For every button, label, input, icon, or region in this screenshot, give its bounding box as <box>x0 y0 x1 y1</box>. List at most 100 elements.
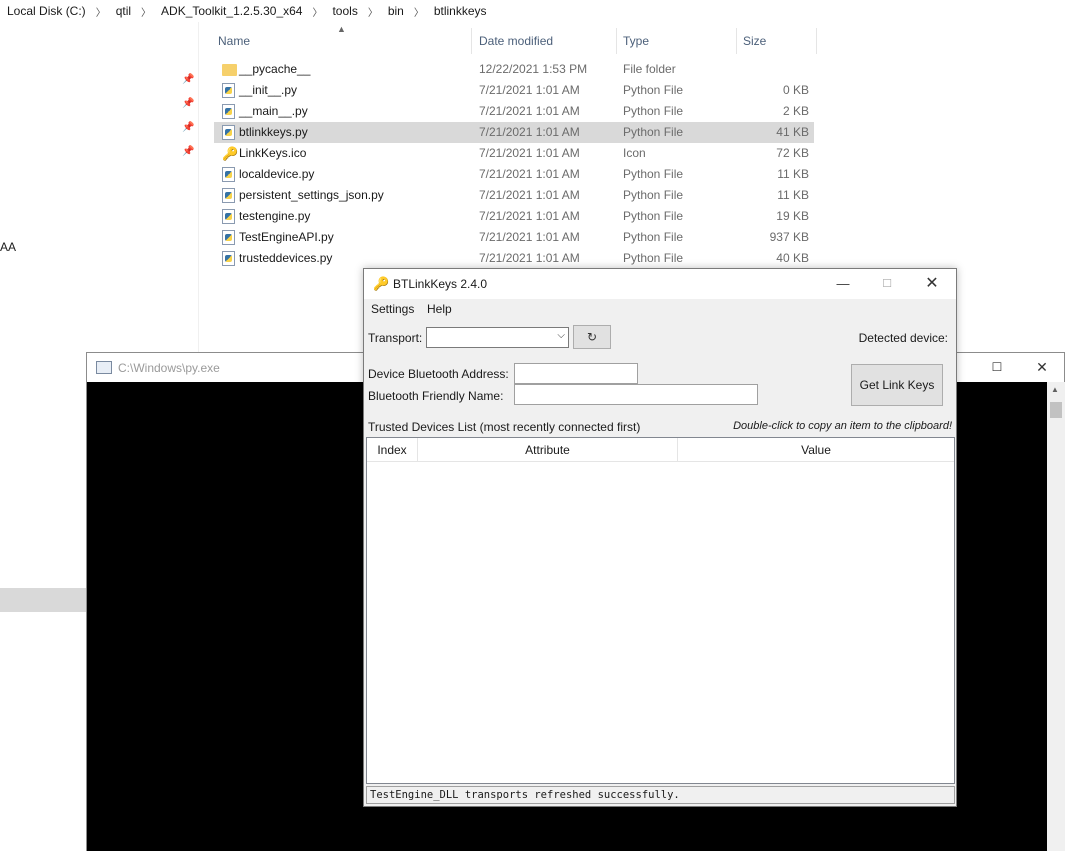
key-icon: 🔑 <box>222 146 239 161</box>
file-row[interactable]: localdevice.py 7/21/2021 1:01 AM Python … <box>214 164 814 185</box>
file-size: 40 KB <box>776 251 809 265</box>
file-type: Python File <box>623 251 684 265</box>
file-list: __pycache__ 12/22/2021 1:53 PM File fold… <box>214 59 814 269</box>
breadcrumb: Local Disk (C:) 〉 qtil 〉 ADK_Toolkit_1.2… <box>0 0 1078 22</box>
transport-dropdown[interactable]: ⌵ <box>426 327 569 348</box>
nav-item-selected[interactable] <box>0 588 86 612</box>
file-type: Python File <box>623 167 684 181</box>
chevron-down-icon[interactable]: ⌵ <box>557 330 565 341</box>
file-row[interactable]: __main__.py 7/21/2021 1:01 AM Python Fil… <box>214 101 814 122</box>
maximize-icon[interactable]: ☐ <box>876 273 898 295</box>
breadcrumb-item-bin[interactable]: bin <box>388 4 404 18</box>
file-row[interactable]: TestEngineAPI.py 7/21/2021 1:01 AM Pytho… <box>214 227 814 248</box>
file-size: 2 KB <box>782 104 809 118</box>
python-file-icon <box>222 209 235 224</box>
friendly-name-label: Bluetooth Friendly Name: <box>368 389 504 403</box>
column-header-value[interactable]: Value <box>678 438 954 462</box>
file-type: Python File <box>623 209 684 223</box>
console-app-icon <box>96 361 112 374</box>
file-type: Python File <box>623 104 684 118</box>
python-file-icon <box>222 230 235 245</box>
detected-device-label: Detected device: <box>858 331 948 345</box>
column-header-date-modified[interactable]: Date modified <box>473 28 617 54</box>
file-type: Python File <box>623 83 684 97</box>
trusted-devices-table[interactable]: Index Attribute Value <box>366 437 955 784</box>
file-row[interactable]: __init__.py 7/21/2021 1:01 AM Python Fil… <box>214 80 814 101</box>
file-size: 72 KB <box>776 146 809 160</box>
column-header-attribute[interactable]: Attribute <box>418 438 678 462</box>
file-row[interactable]: __pycache__ 12/22/2021 1:53 PM File fold… <box>214 59 814 80</box>
file-date: 12/22/2021 1:53 PM <box>479 62 588 76</box>
python-file-icon <box>222 251 235 266</box>
scrollbar-thumb[interactable] <box>1050 402 1062 418</box>
status-bar: TestEngine_DLL transports refreshed succ… <box>366 786 955 804</box>
chevron-right-icon[interactable]: 〉 <box>312 4 322 19</box>
file-row[interactable]: persistent_settings_json.py 7/21/2021 1:… <box>214 185 814 206</box>
file-row-selected[interactable]: btlinkkeys.py 7/21/2021 1:01 AM Python F… <box>214 122 814 143</box>
file-size: 0 KB <box>782 83 809 97</box>
column-header-type[interactable]: Type <box>617 28 737 54</box>
clipboard-hint: Double-click to copy an item to the clip… <box>733 420 952 432</box>
column-header-size[interactable]: Size <box>737 28 817 54</box>
trusted-devices-label: Trusted Devices List (most recently conn… <box>368 420 641 434</box>
close-icon[interactable]: ✕ <box>921 273 943 295</box>
btlinkkeys-titlebar[interactable]: 🔑 BTLinkKeys 2.4.0 — ☐ ✕ <box>364 269 956 299</box>
python-file-icon <box>222 83 235 98</box>
get-link-keys-button[interactable]: Get Link Keys <box>851 364 943 406</box>
breadcrumb-item-adk-toolkit[interactable]: ADK_Toolkit_1.2.5.30_x64 <box>161 4 302 18</box>
scroll-up-icon[interactable]: ▲ <box>1051 385 1059 394</box>
menu-help[interactable]: Help <box>427 302 452 316</box>
file-type: Python File <box>623 125 684 139</box>
breadcrumb-item-btlinkkeys[interactable]: btlinkkeys <box>434 4 487 18</box>
file-type: File folder <box>623 62 676 76</box>
file-type: Python File <box>623 188 684 202</box>
pin-icon: 📌 <box>182 122 195 133</box>
minimize-icon[interactable]: — <box>832 273 854 295</box>
file-type: Icon <box>623 146 646 160</box>
file-size: 41 KB <box>776 125 809 139</box>
chevron-right-icon[interactable]: 〉 <box>141 4 151 19</box>
file-name: TestEngineAPI.py <box>239 230 334 244</box>
refresh-button[interactable]: ↻ <box>573 325 611 349</box>
file-row[interactable]: testengine.py 7/21/2021 1:01 AM Python F… <box>214 206 814 227</box>
file-name: __init__.py <box>239 83 298 97</box>
window-title: BTLinkKeys 2.4.0 <box>393 277 488 291</box>
file-name: btlinkkeys.py <box>239 125 308 139</box>
file-name: trusteddevices.py <box>239 251 333 265</box>
pin-icon: 📌 <box>182 74 195 85</box>
file-date: 7/21/2021 1:01 AM <box>479 188 580 202</box>
column-header-index[interactable]: Index <box>367 438 418 462</box>
breadcrumb-item-qtil[interactable]: qtil <box>116 4 131 18</box>
refresh-icon: ↻ <box>586 330 598 344</box>
sort-ascending-icon: ▲ <box>337 24 346 34</box>
file-row[interactable]: 🔑 LinkKeys.ico 7/21/2021 1:01 AM Icon 72… <box>214 143 814 164</box>
chevron-right-icon[interactable]: 〉 <box>96 4 106 19</box>
friendly-name-field[interactable] <box>514 384 758 405</box>
maximize-icon[interactable]: ☐ <box>987 357 1007 377</box>
file-row[interactable]: trusteddevices.py 7/21/2021 1:01 AM Pyth… <box>214 248 814 269</box>
file-size: 11 KB <box>777 188 809 202</box>
file-size: 19 KB <box>776 209 809 223</box>
python-file-icon <box>222 167 235 182</box>
file-date: 7/21/2021 1:01 AM <box>479 104 580 118</box>
file-list-header: Name Date modified Type Size <box>212 28 817 54</box>
file-date: 7/21/2021 1:01 AM <box>479 251 580 265</box>
chevron-right-icon[interactable]: 〉 <box>414 4 424 19</box>
menu-settings[interactable]: Settings <box>371 302 414 316</box>
bluetooth-address-field[interactable] <box>514 363 638 384</box>
python-file-icon <box>222 104 235 119</box>
file-size: 937 KB <box>769 230 809 244</box>
breadcrumb-item-tools[interactable]: tools <box>332 4 357 18</box>
python-file-icon <box>222 188 235 203</box>
breadcrumb-item-local-disk[interactable]: Local Disk (C:) <box>7 4 86 18</box>
nav-item-partial[interactable]: AA <box>0 240 16 254</box>
chevron-right-icon[interactable]: 〉 <box>368 4 378 19</box>
key-icon: 🔑 <box>373 276 390 291</box>
pin-icon: 📌 <box>182 146 195 157</box>
file-name: testengine.py <box>239 209 311 223</box>
console-scrollbar[interactable]: ▲ <box>1047 382 1065 851</box>
file-size: 11 KB <box>777 167 809 181</box>
close-icon[interactable]: ✕ <box>1032 357 1052 377</box>
table-header: Index Attribute Value <box>367 438 954 462</box>
file-date: 7/21/2021 1:01 AM <box>479 125 580 139</box>
